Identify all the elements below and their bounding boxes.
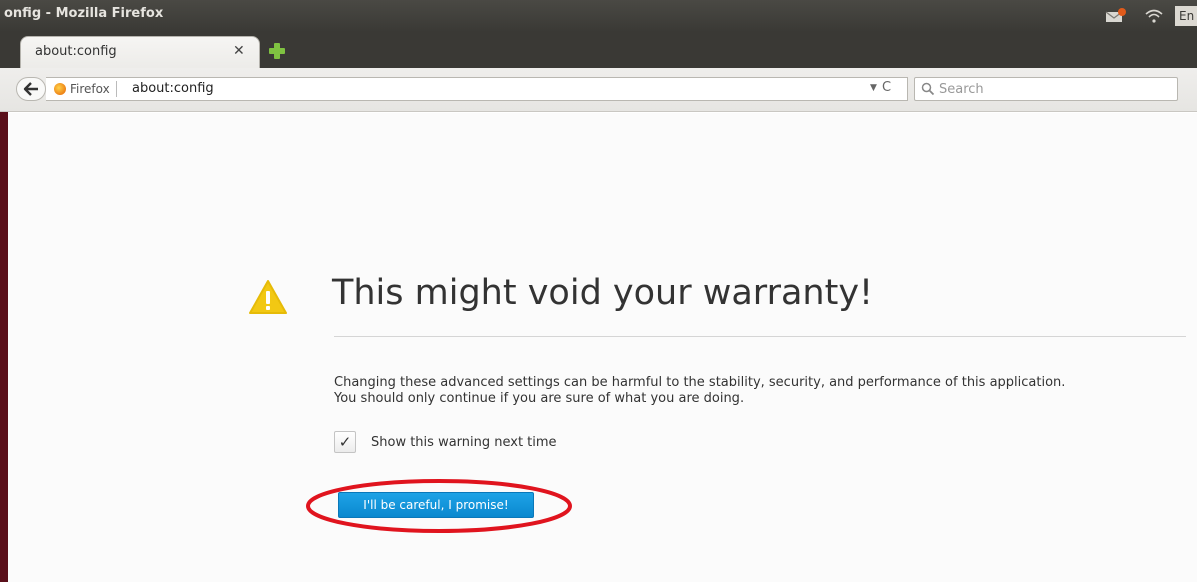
messaging-icon[interactable]	[1105, 7, 1127, 23]
search-placeholder: Search	[939, 82, 984, 97]
keyboard-language-indicator[interactable]: En	[1175, 6, 1197, 26]
search-icon	[921, 82, 935, 96]
back-arrow-icon	[23, 82, 38, 96]
warning-text-line: You should only continue if you are sure…	[334, 391, 745, 406]
reload-icon[interactable]: C	[882, 80, 891, 95]
warning-description: Changing these advanced settings can be …	[334, 375, 1194, 407]
page-content: This might void your warranty! Changing …	[8, 113, 1197, 582]
history-dropdown-icon[interactable]: ▼	[870, 83, 877, 93]
tab-strip: about:config ✕	[0, 32, 1197, 70]
window-title: onfig - Mozilla Firefox	[4, 6, 164, 21]
close-icon[interactable]: ✕	[233, 43, 245, 59]
window-edge	[0, 68, 8, 582]
url-bar[interactable]: Firefox about:config ▼ C	[46, 77, 908, 101]
wifi-icon[interactable]	[1145, 9, 1163, 23]
tab-label: about:config	[35, 44, 117, 59]
window-title-bar: onfig - Mozilla Firefox En	[0, 0, 1197, 32]
navigation-toolbar: Firefox about:config ▼ C Search	[0, 68, 1197, 112]
tab-about-config[interactable]: about:config ✕	[20, 36, 260, 70]
warning-text-line: Changing these advanced settings can be …	[334, 375, 1066, 390]
search-input[interactable]: Search	[914, 77, 1178, 101]
title-divider	[334, 336, 1186, 337]
show-warning-label[interactable]: Show this warning next time	[371, 435, 557, 450]
firefox-icon	[54, 83, 66, 95]
back-button[interactable]	[16, 77, 46, 101]
plus-icon[interactable]	[268, 42, 286, 60]
url-text[interactable]: about:config	[132, 81, 214, 96]
show-warning-checkbox[interactable]: ✓	[334, 431, 356, 453]
warning-triangle-icon	[249, 280, 287, 314]
identity-label[interactable]: Firefox	[70, 82, 110, 96]
annotation-highlight-ellipse	[306, 479, 572, 533]
url-separator	[116, 81, 117, 97]
page-title: This might void your warranty!	[332, 273, 874, 313]
